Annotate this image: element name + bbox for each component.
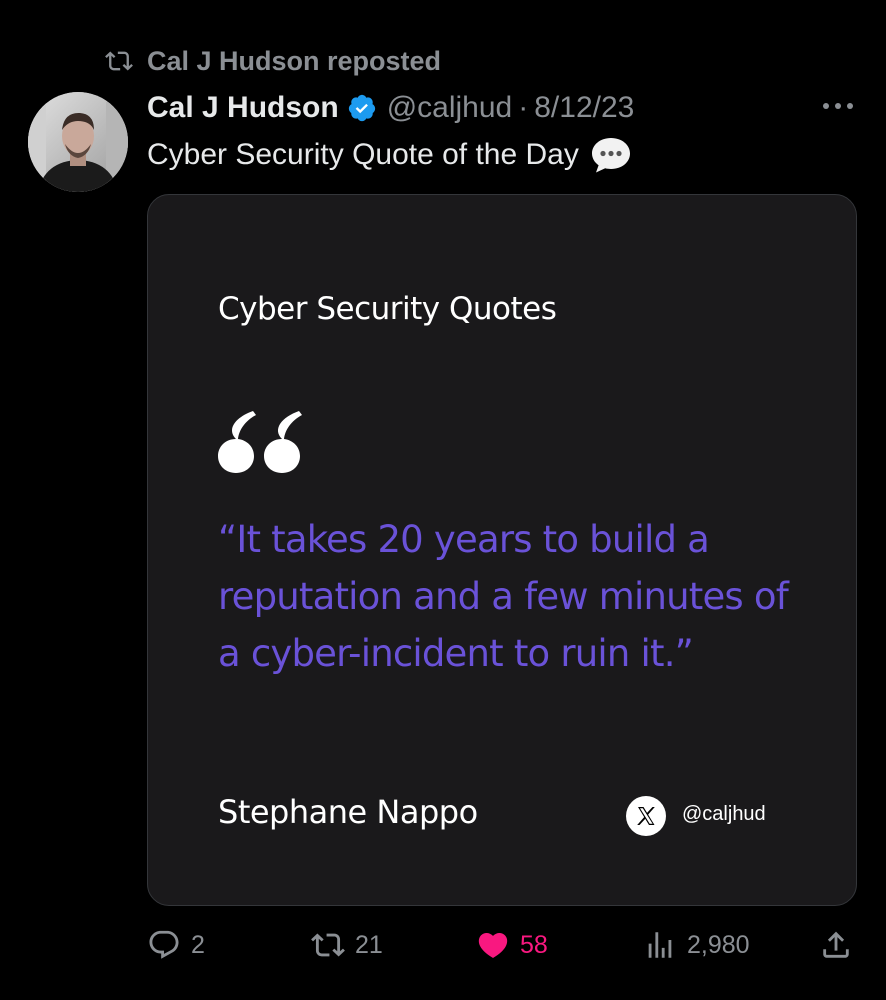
author-handle[interactable]: @caljhud <box>387 91 513 125</box>
repost-label: Cal J Hudson reposted <box>147 45 442 76</box>
repost-icon <box>105 51 133 71</box>
tweet-text: Cyber Security Quote of the Day <box>147 134 633 176</box>
separator-dot: · <box>518 91 529 124</box>
author-name[interactable]: Cal J Hudson <box>147 91 339 125</box>
like-button[interactable]: 58 <box>476 920 548 970</box>
quote-text: “It takes 20 years to build a reputation… <box>218 518 789 675</box>
card-handle: @caljhud <box>682 803 766 825</box>
avatar-photo <box>28 92 128 192</box>
quote-image-card[interactable]: Cyber Security Quotes “It takes 20 years… <box>147 194 857 906</box>
x-logo-icon <box>626 796 666 836</box>
avatar[interactable] <box>28 92 128 192</box>
reply-count: 2 <box>191 930 205 959</box>
tweet-header: Cal J Hudson @caljhud · 8/12/23 <box>147 87 634 129</box>
heart-icon <box>478 932 508 958</box>
reply-icon <box>149 930 179 959</box>
views-button[interactable]: 2,980 <box>643 920 750 970</box>
share-upload-icon <box>823 931 849 958</box>
tweet-text-content: Cyber Security Quote of the Day <box>147 138 579 171</box>
views-bar-chart-icon <box>648 932 672 958</box>
verified-badge-icon[interactable] <box>347 93 377 123</box>
card-title: Cyber Security Quotes <box>218 291 557 327</box>
repost-count: 21 <box>355 930 383 959</box>
view-count: 2,980 <box>687 930 750 959</box>
quote-author: Stephane Nappo <box>218 793 478 831</box>
repost-indicator[interactable]: Cal J Hudson reposted <box>105 44 441 78</box>
more-options-icon[interactable] <box>818 92 858 120</box>
repost-icon <box>311 933 345 957</box>
post-date[interactable]: 8/12/23 <box>534 91 634 125</box>
reply-button[interactable]: 2 <box>147 920 205 970</box>
action-bar: 2 21 58 2,980 <box>147 920 859 970</box>
like-count: 58 <box>520 930 548 959</box>
share-button[interactable] <box>819 920 853 970</box>
quote-mark-icon <box>218 411 302 473</box>
repost-button[interactable]: 21 <box>311 920 383 970</box>
speech-bubble-icon <box>591 138 630 173</box>
